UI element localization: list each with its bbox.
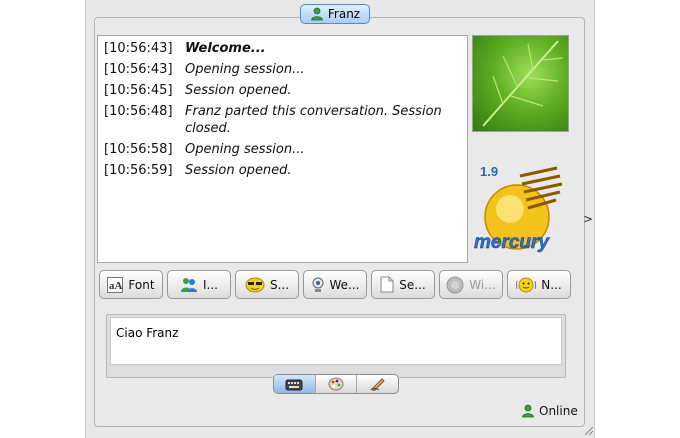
nudge-icon — [516, 277, 537, 292]
chat-line: [10:56:43] Opening session... — [104, 61, 461, 78]
timestamp: [10:56:43] — [104, 41, 173, 56]
message-text: Session opened. — [185, 83, 292, 98]
timestamp: [10:56:45] — [104, 83, 173, 98]
nudge-button[interactable]: N... — [507, 270, 571, 299]
font-icon: aA — [107, 276, 124, 293]
nudge-button-label: N... — [541, 277, 562, 292]
resize-grip-icon[interactable] — [582, 424, 594, 436]
draw-mode-button[interactable] — [316, 375, 358, 393]
invite-button[interactable]: I... — [167, 270, 231, 299]
winks-button[interactable]: Wi... — [439, 270, 503, 299]
timestamp: [10:56:58] — [104, 142, 173, 157]
handwriting-mode-button[interactable] — [357, 375, 398, 393]
message-input[interactable]: Ciao Franz — [110, 317, 562, 365]
chat-toolbar: aA Font I... S... We... Se... Wi... N... — [99, 270, 571, 300]
webcam-button-label: We... — [329, 277, 360, 292]
display-picture[interactable] — [472, 35, 569, 132]
contact-name: Franz — [327, 7, 361, 21]
smileys-button[interactable]: S... — [235, 270, 299, 299]
chat-line: [10:56:43] Welcome... — [104, 40, 461, 57]
message-text: Franz parted this conversation. Session … — [185, 104, 442, 136]
keyboard-icon — [285, 379, 303, 391]
user-icon — [310, 7, 323, 21]
chat-window: Franz [10:56:43] Welcome... [10:56:43] O… — [85, 0, 595, 438]
message-text: Opening session... — [185, 62, 305, 77]
timestamp: [10:56:59] — [104, 163, 173, 178]
logo-name: mercury — [474, 232, 550, 253]
send-file-button[interactable]: Se... — [371, 270, 435, 299]
invite-contacts-icon — [181, 277, 197, 292]
invite-button-label: I... — [203, 277, 218, 292]
chat-line: [10:56:59] Session opened. — [104, 162, 461, 179]
chat-line: [10:56:48] Franz parted this conversatio… — [104, 103, 461, 137]
mercury-logo: 1.9 mercury — [472, 162, 572, 257]
leaf-picture — [482, 40, 564, 127]
timestamp: [10:56:48] — [104, 104, 173, 119]
handwriting-icon — [370, 378, 385, 391]
timestamp: [10:56:43] — [104, 62, 173, 77]
chat-line: [10:56:58] Opening session... — [104, 141, 461, 158]
message-text: Welcome... — [185, 41, 266, 56]
winks-button-label: Wi... — [469, 277, 496, 292]
webcam-button[interactable]: We... — [303, 270, 367, 299]
smileys-button-label: S... — [269, 277, 290, 292]
input-mode-bar — [273, 374, 399, 394]
online-user-icon — [522, 404, 534, 418]
font-button-label: Font — [128, 277, 155, 292]
smiley-icon — [245, 277, 265, 292]
status-label: Online — [539, 404, 578, 418]
svg-text:aA: aA — [109, 280, 123, 292]
logo-version: 1.9 — [480, 164, 498, 179]
send-file-button-label: Se... — [399, 277, 426, 292]
contact-tab-franz[interactable]: Franz — [300, 4, 370, 24]
font-button[interactable]: aA Font — [99, 270, 163, 299]
status-indicator[interactable]: Online — [521, 404, 578, 418]
message-input-area: Ciao Franz — [106, 314, 566, 378]
chat-line: [10:56:45] Session opened. — [104, 82, 461, 99]
expand-arrow[interactable]: > — [583, 212, 593, 226]
message-text: Opening session... — [185, 142, 305, 157]
message-text: Session opened. — [185, 163, 292, 178]
keyboard-mode-button[interactable] — [274, 375, 316, 393]
send-file-icon — [380, 276, 394, 293]
palette-icon — [328, 377, 344, 391]
webcam-icon — [312, 277, 323, 292]
chat-log[interactable]: [10:56:43] Welcome... [10:56:43] Opening… — [97, 35, 468, 263]
winks-icon — [446, 276, 464, 293]
